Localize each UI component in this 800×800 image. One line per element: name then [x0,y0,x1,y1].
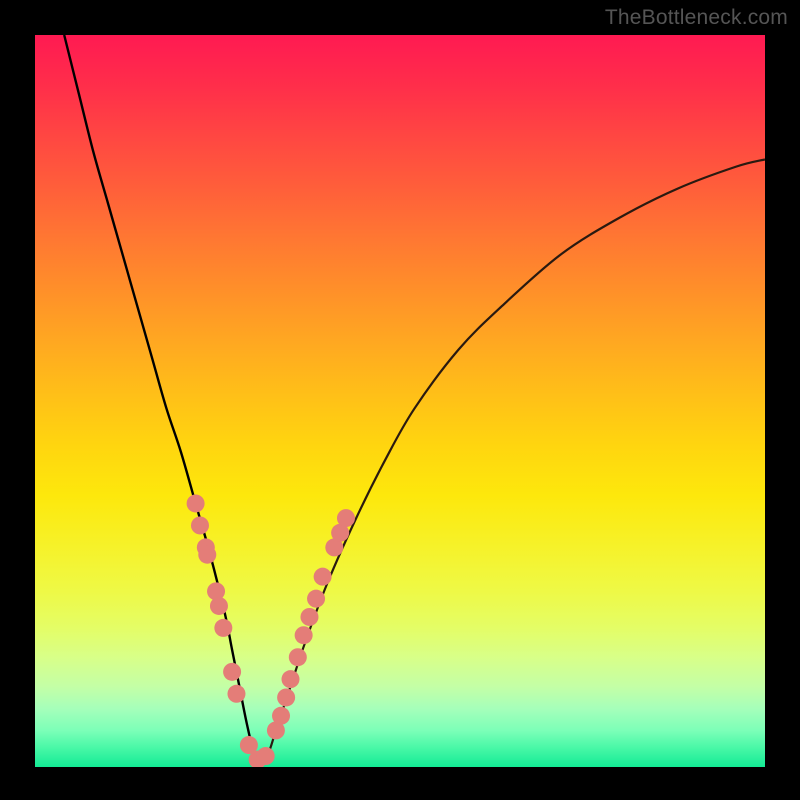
data-marker [210,597,228,615]
data-marker [314,568,332,586]
data-marker [300,608,318,626]
watermark-text: TheBottleneck.com [605,6,788,30]
data-marker [207,582,225,600]
chart-frame: TheBottleneck.com [0,0,800,800]
data-marker [240,736,258,754]
data-marker [198,546,216,564]
data-marker [249,751,267,767]
data-marker [187,494,205,512]
bottleneck-svg [35,35,765,767]
data-marker [227,685,245,703]
curve-right [261,159,765,759]
curve-left [64,35,261,760]
data-marker [277,688,295,706]
data-marker [282,670,300,688]
data-marker [331,524,349,542]
plot-area [35,35,765,767]
data-marker [307,590,325,608]
data-marker [223,663,241,681]
data-marker [325,538,343,556]
data-marker [257,747,275,765]
data-marker [289,648,307,666]
data-marker [295,626,313,644]
data-marker [272,707,290,725]
data-marker [197,538,215,556]
data-marker [191,516,209,534]
data-marker [214,619,232,637]
data-marker [267,721,285,739]
data-marker [337,509,355,527]
